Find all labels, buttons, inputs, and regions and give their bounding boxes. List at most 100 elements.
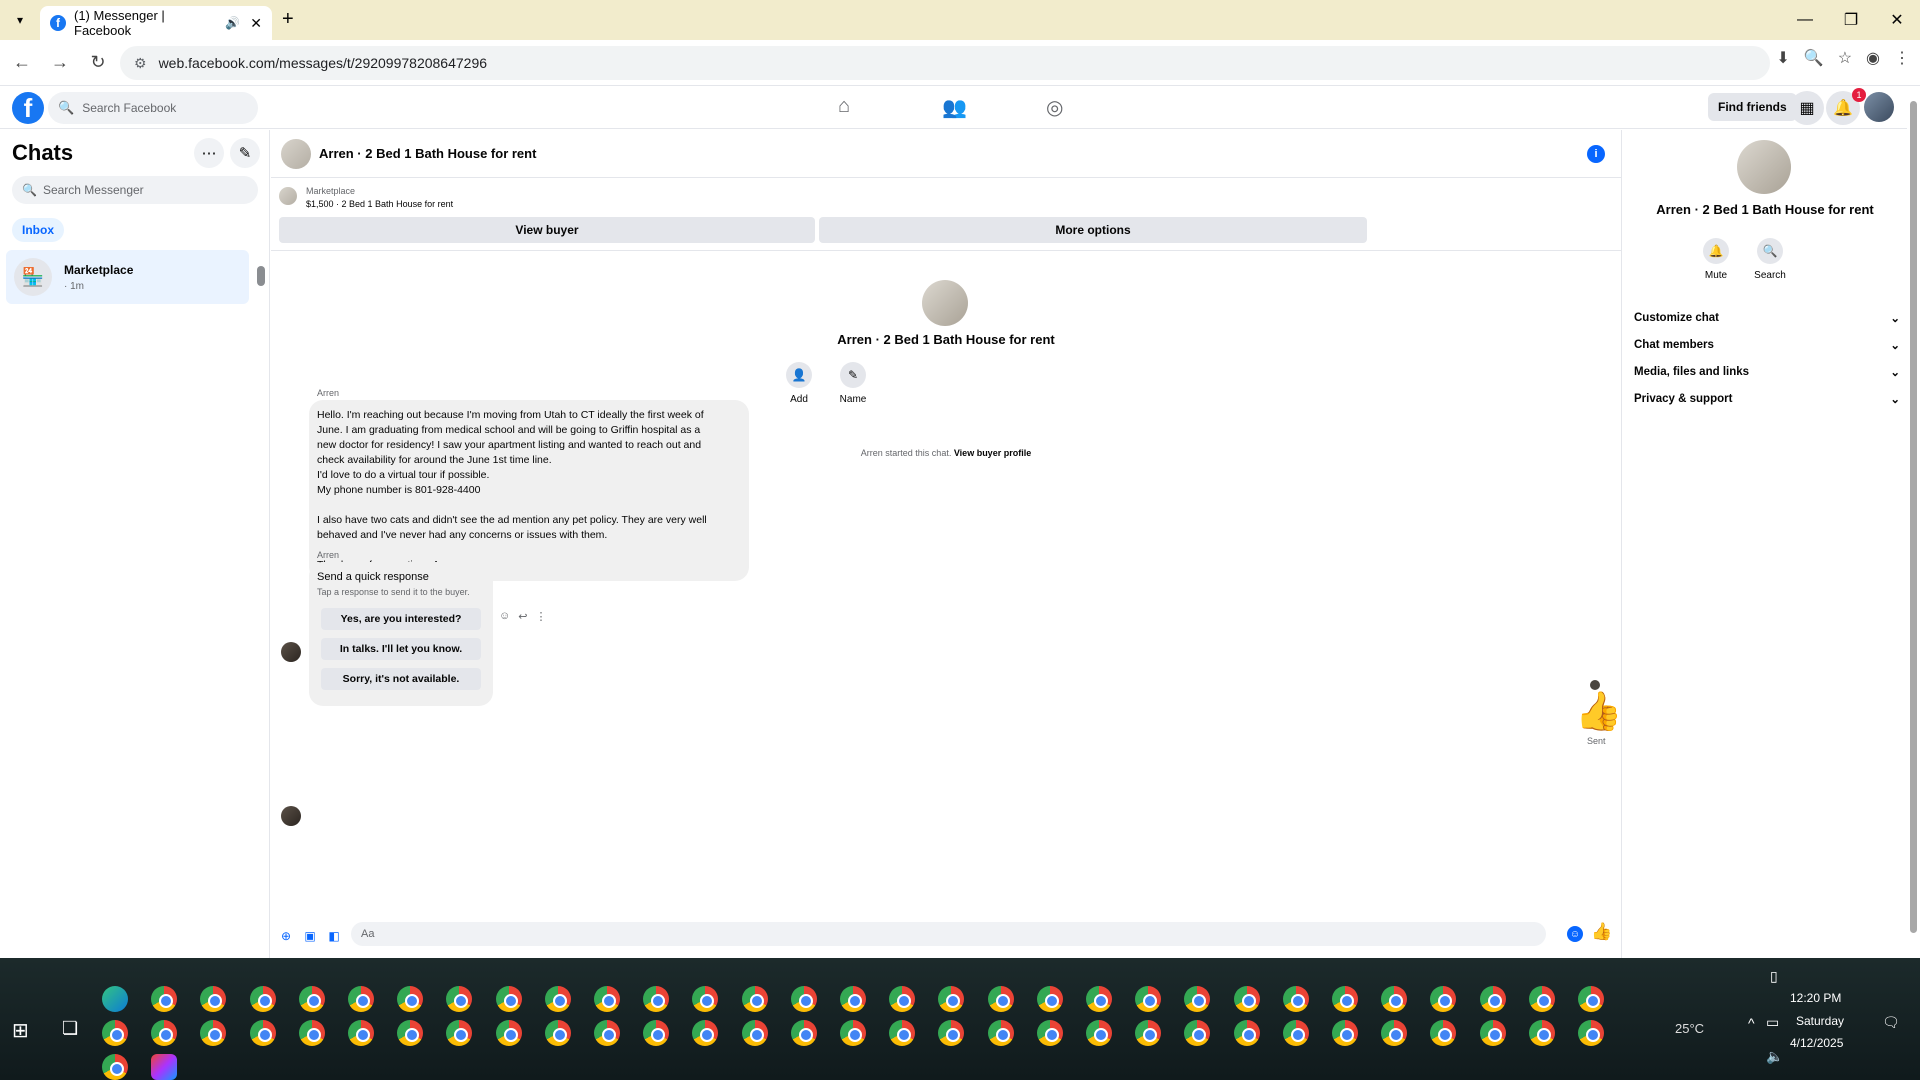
- chrome-window-icon[interactable]: [1036, 986, 1063, 1012]
- quick-response-option[interactable]: In talks. I'll let you know.: [321, 638, 481, 660]
- more-options-icon[interactable]: ⋯: [194, 138, 224, 168]
- facebook-logo-icon[interactable]: f: [12, 92, 44, 124]
- chrome-window-icon[interactable]: [1233, 986, 1260, 1012]
- chrome-window-icon[interactable]: [1086, 986, 1112, 1012]
- privacy-support-row[interactable]: Privacy & support ⌄: [1634, 387, 1900, 411]
- close-window-icon[interactable]: ✕: [1874, 0, 1920, 40]
- chrome-window-icon[interactable]: [692, 1020, 719, 1046]
- add-action[interactable]: 👤 Add: [769, 362, 829, 405]
- chrome-window-icon[interactable]: [446, 986, 473, 1012]
- chrome-window-icon[interactable]: [249, 1020, 276, 1046]
- new-message-icon[interactable]: ✎: [230, 138, 260, 168]
- device-icon[interactable]: ▯: [1770, 968, 1778, 985]
- chrome-window-icon[interactable]: [938, 986, 965, 1012]
- sender-avatar[interactable]: [281, 642, 301, 662]
- chrome-window-icon[interactable]: [643, 1020, 670, 1046]
- facebook-search-input[interactable]: 🔍 Search Facebook: [48, 92, 258, 124]
- emoji-icon[interactable]: ☺: [1567, 926, 1583, 942]
- back-button[interactable]: ←: [6, 47, 38, 79]
- sticker-icon[interactable]: ◧: [325, 927, 343, 945]
- address-bar[interactable]: ⚙ web.facebook.com/messages/t/2920997820…: [120, 46, 1770, 80]
- chrome-window-icon[interactable]: [102, 1020, 128, 1046]
- chrome-window-icon[interactable]: [249, 986, 276, 1012]
- chrome-window-icon[interactable]: [151, 986, 178, 1012]
- task-view-icon[interactable]: ❏: [62, 1018, 78, 1039]
- chrome-window-icon[interactable]: [790, 986, 817, 1012]
- chrome-window-icon[interactable]: [298, 986, 325, 1012]
- react-icon[interactable]: ☺: [499, 610, 510, 623]
- windows-start-icon[interactable]: ⊞: [12, 1018, 29, 1043]
- edge-browser-icon[interactable]: [102, 986, 128, 1012]
- reply-icon[interactable]: ↩: [518, 610, 527, 623]
- zoom-icon[interactable]: 🔍: [1804, 48, 1824, 68]
- chrome-window-icon[interactable]: [544, 1020, 571, 1046]
- page-scrollbar[interactable]: [1907, 87, 1920, 958]
- chrome-window-icon[interactable]: [1282, 1020, 1309, 1046]
- chrome-window-icon[interactable]: [1528, 1020, 1555, 1046]
- view-buyer-button[interactable]: View buyer: [279, 217, 815, 243]
- chrome-window-icon[interactable]: [1381, 986, 1408, 1012]
- clock-time[interactable]: 12:20 PM: [1790, 991, 1841, 1005]
- restore-icon[interactable]: ❐: [1828, 0, 1874, 40]
- browser-tab[interactable]: f (1) Messenger | Facebook 🔊 ✕: [40, 6, 272, 40]
- chrome-window-icon[interactable]: [151, 1020, 178, 1046]
- chrome-window-icon[interactable]: [1332, 1020, 1358, 1046]
- media-files-links-row[interactable]: Media, files and links ⌄: [1634, 360, 1900, 384]
- chrome-window-icon[interactable]: [938, 1020, 965, 1046]
- chrome-window-icon[interactable]: [495, 986, 522, 1012]
- chrome-window-icon[interactable]: [840, 986, 866, 1012]
- chrome-window-icon[interactable]: [1528, 986, 1555, 1012]
- forward-button[interactable]: →: [44, 47, 76, 79]
- chrome-window-icon[interactable]: [594, 1020, 620, 1046]
- friends-icon[interactable]: 👥: [942, 95, 967, 120]
- quick-response-option[interactable]: Sorry, it's not available.: [321, 668, 481, 690]
- chrome-window-icon[interactable]: [1430, 986, 1457, 1012]
- chrome-window-icon[interactable]: [446, 1020, 473, 1046]
- chrome-window-icon[interactable]: [200, 1020, 227, 1046]
- microsoft-365-icon[interactable]: [151, 1054, 177, 1080]
- chrome-window-icon[interactable]: [1184, 1020, 1211, 1046]
- more-icon[interactable]: ⋮: [535, 610, 546, 623]
- chrome-window-icon[interactable]: [1282, 986, 1309, 1012]
- notification-center-icon[interactable]: 🗨: [1882, 1014, 1900, 1031]
- details-avatar[interactable]: [1737, 140, 1791, 194]
- like-send-icon[interactable]: 👍: [1591, 922, 1612, 942]
- find-friends-button[interactable]: Find friends: [1708, 93, 1797, 121]
- search-action[interactable]: 🔍 Search: [1745, 238, 1795, 281]
- chrome-window-icon[interactable]: [1479, 1020, 1506, 1046]
- chrome-window-icon[interactable]: [692, 986, 719, 1012]
- chrome-window-icon[interactable]: [1479, 986, 1506, 1012]
- bookmark-star-icon[interactable]: ☆: [1838, 48, 1852, 68]
- plus-icon[interactable]: ⊕: [277, 927, 295, 945]
- chat-list-scrollbar[interactable]: [256, 254, 266, 298]
- chrome-window-icon[interactable]: [643, 986, 670, 1012]
- chrome-window-icon[interactable]: [594, 986, 620, 1012]
- speaker-icon[interactable]: 🔊: [225, 16, 240, 30]
- info-icon[interactable]: i: [1587, 145, 1605, 163]
- site-info-icon[interactable]: ⚙: [134, 55, 147, 72]
- chrome-window-icon[interactable]: [840, 1020, 866, 1046]
- chrome-window-icon[interactable]: [1578, 1020, 1604, 1046]
- chrome-window-icon[interactable]: [544, 986, 571, 1012]
- conversation-avatar[interactable]: [281, 138, 311, 169]
- groups-icon[interactable]: ◎: [1046, 95, 1063, 120]
- chrome-window-icon[interactable]: [1430, 1020, 1457, 1046]
- chrome-window-icon[interactable]: [200, 986, 227, 1012]
- chrome-window-icon[interactable]: [790, 1020, 817, 1046]
- customize-chat-row[interactable]: Customize chat ⌄: [1634, 306, 1900, 330]
- view-buyer-profile-link[interactable]: View buyer profile: [954, 448, 1031, 458]
- menu-grid-icon[interactable]: ▦: [1790, 91, 1824, 125]
- chrome-window-icon[interactable]: [397, 1020, 424, 1046]
- chat-list-item[interactable]: 🏪 Marketplace · 1m: [6, 250, 249, 304]
- messenger-search-input[interactable]: 🔍 Search Messenger: [12, 176, 258, 204]
- chrome-window-icon[interactable]: [348, 1020, 374, 1046]
- message-input[interactable]: Aa: [351, 922, 1546, 946]
- browser-menu-icon[interactable]: ⋮: [1894, 48, 1910, 68]
- close-tab-icon[interactable]: ✕: [250, 15, 262, 32]
- chevron-up-icon[interactable]: ^: [1748, 1015, 1755, 1031]
- name-action[interactable]: ✎ Name: [823, 362, 883, 405]
- more-options-button[interactable]: More options: [819, 217, 1367, 243]
- clock-date[interactable]: 4/12/2025: [1790, 1036, 1843, 1050]
- quick-response-option[interactable]: Yes, are you interested?: [321, 608, 481, 630]
- photo-icon[interactable]: ▣: [301, 927, 319, 945]
